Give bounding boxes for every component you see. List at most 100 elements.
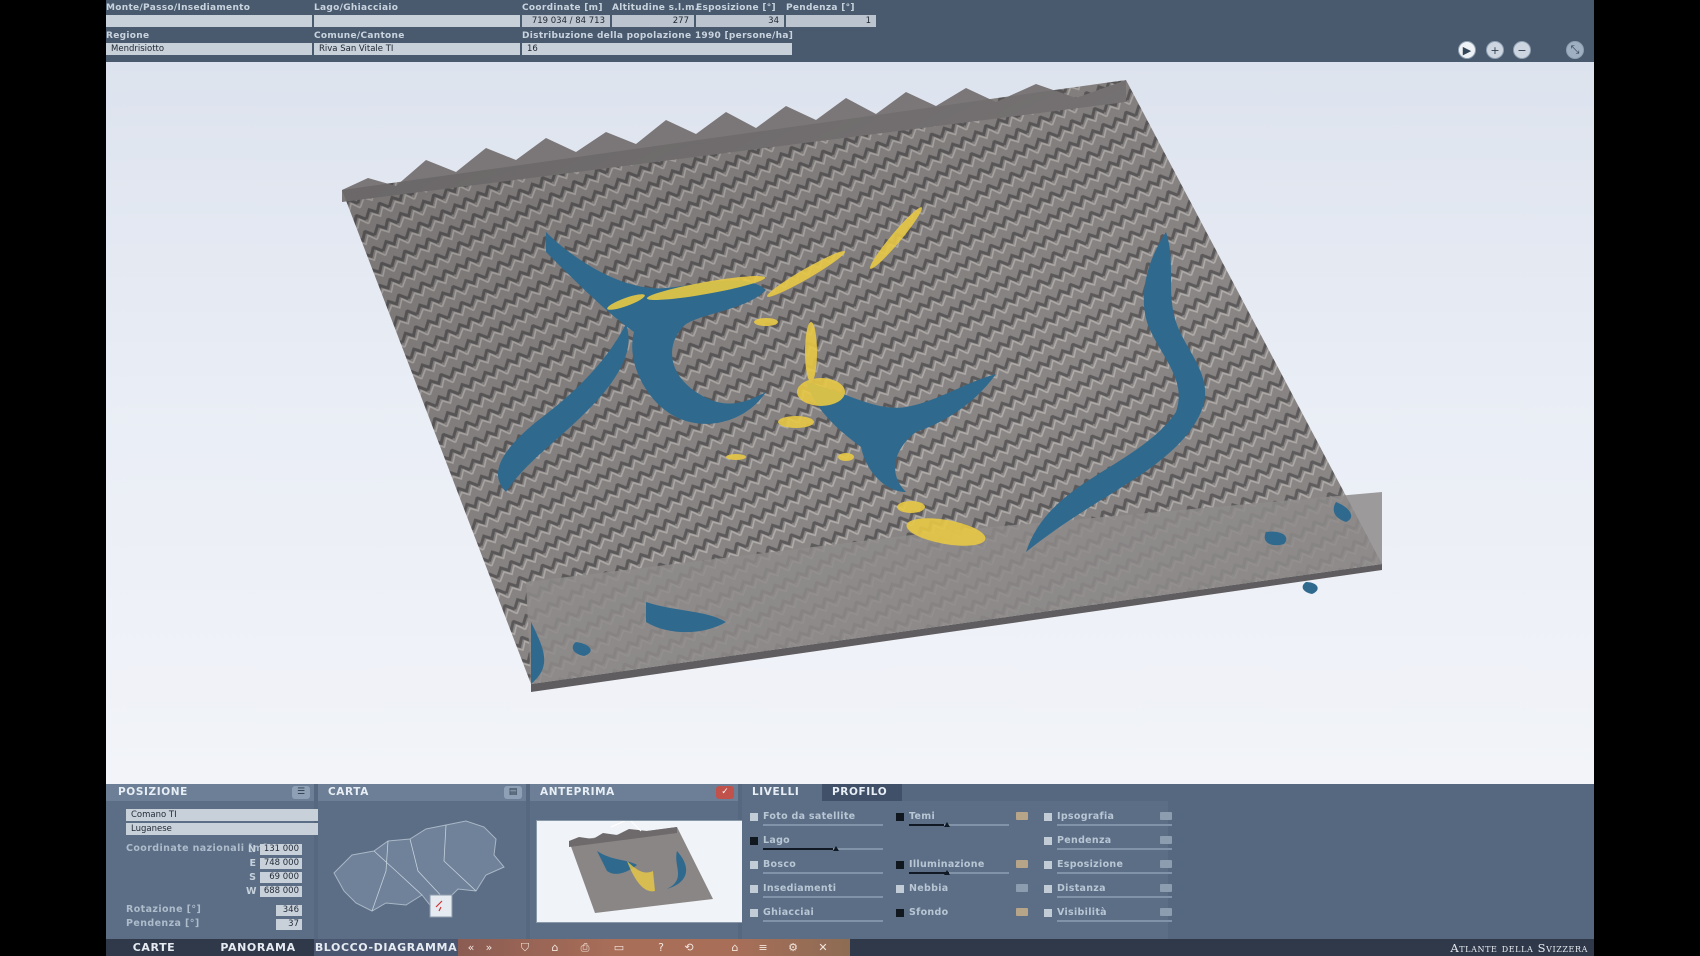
layer-ipsografia[interactable]: Ipsografia <box>1044 811 1178 826</box>
layer-name: Insediamenti <box>763 883 837 894</box>
switzerland-minimap[interactable] <box>326 811 510 935</box>
layer-options-icon[interactable] <box>1160 860 1172 868</box>
population-label: Distribuzione della popolazione 1990 [pe… <box>522 31 794 41</box>
layer-checkbox[interactable] <box>750 909 758 917</box>
atlas-app: Monte/Passo/Insediamento Lago/Ghiacciaio… <box>106 0 1594 956</box>
rotate-icon[interactable]: ⟲ <box>680 939 698 956</box>
layer-nebbia[interactable]: Nebbia <box>896 883 1030 897</box>
tab-profilo[interactable]: PROFILO <box>826 784 887 801</box>
exposure-field: Esposizione [°] 34 <box>696 2 784 27</box>
layer-slider-track <box>1057 920 1173 922</box>
layer-temi[interactable]: Temi <box>896 811 1030 827</box>
map-icon[interactable]: ▤ <box>504 786 522 799</box>
nav-panorama[interactable]: PANORAMA <box>202 939 314 956</box>
close-icon[interactable]: ✕ <box>814 939 832 956</box>
layer-name: Nebbia <box>909 883 949 894</box>
print-icon[interactable]: ⎙ <box>576 939 594 956</box>
layer-options-icon[interactable] <box>1160 908 1172 916</box>
lake-field: Lago/Ghiacciaio <box>314 2 520 27</box>
layer-checkbox[interactable] <box>1044 885 1052 893</box>
list-icon[interactable]: ☰ <box>292 786 310 799</box>
region-value: Mendrisiotto <box>106 43 312 55</box>
zoom-out-button[interactable]: − <box>1513 41 1531 59</box>
tab-posizione[interactable]: POSIZIONE <box>112 784 188 801</box>
carta-section <box>318 801 526 939</box>
export-icon[interactable]: ▭ <box>610 939 628 956</box>
up-icon[interactable]: ⌂ <box>726 939 744 956</box>
bookmark-icon[interactable]: ⛉ <box>516 939 534 956</box>
coord-n-input[interactable]: 131 000 <box>260 843 302 855</box>
layer-checkbox[interactable] <box>1044 837 1052 845</box>
place-field-2[interactable]: Luganese <box>126 823 320 835</box>
terrain-block[interactable] <box>106 62 1594 784</box>
layer-options-icon[interactable] <box>1016 884 1028 892</box>
panel-filler <box>1172 801 1594 939</box>
layer-satellite[interactable]: Foto da satellite <box>750 811 883 826</box>
layer-visibilita[interactable]: Visibilità <box>1044 907 1178 922</box>
settings-icon[interactable]: ⚙ <box>784 939 802 956</box>
layer-checkbox[interactable] <box>896 813 904 821</box>
layer-ghiacciai[interactable]: Ghiacciai <box>750 907 883 922</box>
layer-checkbox[interactable] <box>750 885 758 893</box>
layer-checkbox[interactable] <box>1044 909 1052 917</box>
back-icon[interactable]: « <box>462 939 480 956</box>
layer-esposizione[interactable]: Esposizione <box>1044 859 1178 874</box>
layer-pendenza[interactable]: Pendenza <box>1044 835 1178 850</box>
layer-options-icon[interactable] <box>1016 812 1028 820</box>
nav-blocco-diagramma[interactable]: BLOCCO-DIAGRAMMA <box>314 939 458 956</box>
slope-value: 1 <box>786 15 876 27</box>
layer-checkbox[interactable] <box>750 837 758 845</box>
layer-checkbox[interactable] <box>750 813 758 821</box>
layer-lago[interactable]: Lago <box>750 835 883 851</box>
layer-checkbox[interactable] <box>1044 813 1052 821</box>
list-icon[interactable]: ≡ <box>754 939 772 956</box>
layer-options-icon[interactable] <box>1160 836 1172 844</box>
slider-knob[interactable] <box>833 845 839 851</box>
nav-carte[interactable]: CARTE <box>106 939 202 956</box>
tab-anteprima[interactable]: ANTEPRIMA <box>534 784 615 801</box>
tilt-input[interactable]: 37 <box>276 918 302 930</box>
control-panel: POSIZIONE ☰ Comano TI Luganese Coordinat… <box>106 784 1594 939</box>
coords-field: Coordinate [m] 719 034 / 84 713 <box>522 2 610 27</box>
layer-illuminazione[interactable]: Illuminazione <box>896 859 1030 875</box>
layer-bosco[interactable]: Bosco <box>750 859 883 874</box>
rotation-input[interactable]: 346 <box>276 904 302 916</box>
layer-checkbox[interactable] <box>896 885 904 893</box>
layer-options-icon[interactable] <box>1160 884 1172 892</box>
layer-slider-track[interactable] <box>909 872 1009 874</box>
tab-livelli[interactable]: LIVELLI <box>746 784 799 801</box>
zoom-out-icon: − <box>1517 43 1527 57</box>
layer-slider-track[interactable] <box>909 824 1009 826</box>
coord-w-input[interactable]: 688 000 <box>260 885 302 897</box>
coord-e-input[interactable]: 748 000 <box>260 857 302 869</box>
layer-insediamenti[interactable]: Insediamenti <box>750 883 883 898</box>
layer-checkbox[interactable] <box>896 909 904 917</box>
layer-name: Visibilità <box>1057 907 1107 918</box>
region-label: Regione <box>106 31 150 41</box>
slider-knob[interactable] <box>944 869 950 875</box>
slider-knob[interactable] <box>944 821 950 827</box>
preview-thumbnail[interactable] <box>536 818 745 923</box>
fullscreen-button[interactable]: ⤡ <box>1566 41 1584 59</box>
layer-distanza[interactable]: Distanza <box>1044 883 1178 898</box>
zoom-in-button[interactable]: + <box>1486 41 1504 59</box>
layer-slider-track[interactable] <box>763 848 883 850</box>
forward-icon[interactable]: » <box>480 939 498 956</box>
layer-options-icon[interactable] <box>1016 908 1028 916</box>
layer-checkbox[interactable] <box>896 861 904 869</box>
coord-s-input[interactable]: 69 000 <box>260 871 302 883</box>
layer-checkbox[interactable] <box>750 861 758 869</box>
home-icon[interactable]: ⌂ <box>546 939 564 956</box>
tilt-row: 37 <box>276 918 302 930</box>
check-icon[interactable]: ✓ <box>716 786 734 799</box>
place-field-1[interactable]: Comano TI <box>126 809 320 821</box>
tab-carta[interactable]: CARTA <box>322 784 369 801</box>
play-button[interactable]: ▶ <box>1458 41 1476 59</box>
block-diagram-view[interactable] <box>106 62 1594 784</box>
layer-checkbox[interactable] <box>1044 861 1052 869</box>
layer-sfondo[interactable]: Sfondo <box>896 907 1030 921</box>
help-icon[interactable]: ? <box>652 939 670 956</box>
layer-options-icon[interactable] <box>1016 860 1028 868</box>
layer-options-icon[interactable] <box>1160 812 1172 820</box>
altitude-value: 277 <box>612 15 694 27</box>
